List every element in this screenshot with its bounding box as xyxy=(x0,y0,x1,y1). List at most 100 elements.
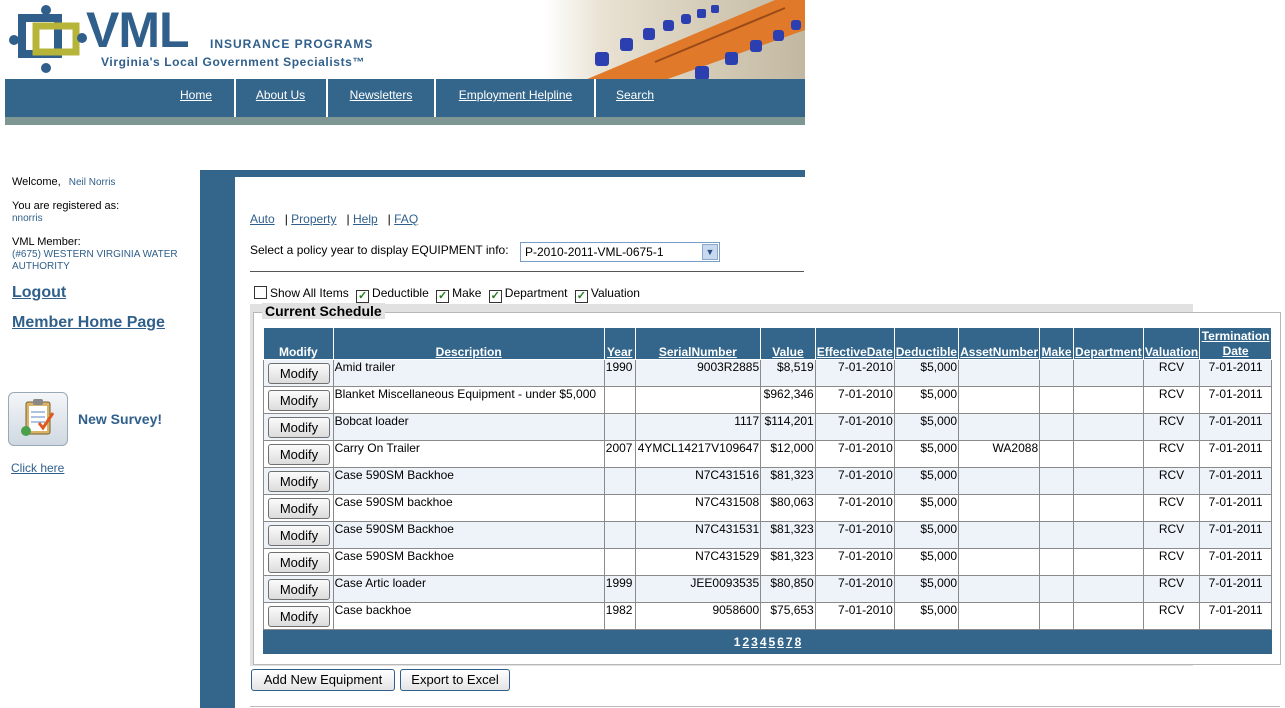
modify-cell: Modify xyxy=(263,548,334,576)
cell-termination: 7-01-2011 xyxy=(1199,494,1272,522)
cell-valuation: RCV xyxy=(1142,602,1201,630)
cell-asset xyxy=(958,413,1041,441)
table-row: Modify Case backhoe 1982 9058600 $75,653 7-01… xyxy=(263,602,1272,630)
cell-termination: 7-01-2011 xyxy=(1199,548,1272,576)
cell-value: $80,850 xyxy=(760,575,816,603)
page-link[interactable]: 6 xyxy=(777,635,784,649)
export-to-excel-button[interactable]: Export to Excel xyxy=(400,669,510,691)
cell-valuation: RCV xyxy=(1142,413,1201,441)
nav-search[interactable]: Search xyxy=(603,79,667,117)
page-link[interactable]: 4 xyxy=(760,635,767,649)
sub-nav-help[interactable]: Help xyxy=(353,212,378,226)
modify-button[interactable]: Modify xyxy=(268,498,330,519)
cell-department xyxy=(1072,413,1144,441)
welcome-text: Welcome, xyxy=(12,176,61,188)
cell-effective: 7-01-2010 xyxy=(814,413,895,441)
cell-value: $81,323 xyxy=(760,467,816,495)
cell-serial: JEE0093535 xyxy=(634,575,762,603)
cell-termination: 7-01-2011 xyxy=(1199,440,1272,468)
nav-about-us[interactable]: About Us xyxy=(243,79,318,117)
modify-cell: Modify xyxy=(263,467,334,495)
equipment-table: Modify Description Year SerialNumber Val… xyxy=(263,327,1272,630)
survey-clipboard-icon[interactable] xyxy=(8,392,68,446)
cell-valuation: RCV xyxy=(1142,521,1201,549)
col-header-effectivedate[interactable]: EffectiveDate xyxy=(814,327,895,360)
col-header-description[interactable]: Description xyxy=(332,327,605,360)
cell-serial: 1117 xyxy=(634,413,762,441)
member-name: (#675) WESTERN VIRGINIA WATER AUTHORITY xyxy=(12,249,178,272)
logout-link[interactable]: Logout xyxy=(12,284,66,302)
page-link[interactable]: 1 xyxy=(734,635,741,649)
cell-valuation: RCV xyxy=(1142,494,1201,522)
policy-year-value: P-2010-2011-VML-0675-1 xyxy=(525,245,664,259)
col-header-make[interactable]: Make xyxy=(1039,327,1074,360)
col-header-termination-date[interactable]: Termination Date xyxy=(1199,327,1272,360)
col-header-assetnumber[interactable]: AssetNumber xyxy=(958,327,1041,360)
sub-nav-property[interactable]: Property xyxy=(291,212,336,226)
modify-button[interactable]: Modify xyxy=(268,471,330,492)
cell-department xyxy=(1072,467,1144,495)
col-header-valuation[interactable]: Valuation xyxy=(1142,327,1201,360)
modify-button[interactable]: Modify xyxy=(268,444,330,465)
member-label: VML Member: xyxy=(12,236,81,248)
show-all-items-label: Show All Items xyxy=(270,286,349,300)
cell-department xyxy=(1072,602,1144,630)
add-new-equipment-button[interactable]: Add New Equipment xyxy=(251,669,395,691)
sub-nav-separator: | xyxy=(381,212,395,226)
cell-effective: 7-01-2010 xyxy=(814,548,895,576)
user-name: Neil Norris xyxy=(68,177,116,188)
col-header-year[interactable]: Year xyxy=(603,327,636,360)
cell-department xyxy=(1072,494,1144,522)
cell-effective: 7-01-2010 xyxy=(814,494,895,522)
cell-year xyxy=(603,494,636,522)
modify-button[interactable]: Modify xyxy=(268,525,330,546)
deductible-checkbox[interactable]: ✓ xyxy=(356,290,370,303)
nav-employment-helpline[interactable]: Employment Helpline xyxy=(443,79,588,117)
modify-button[interactable]: Modify xyxy=(268,552,330,573)
sub-nav-auto[interactable]: Auto xyxy=(250,212,275,226)
page-link[interactable]: 7 xyxy=(786,635,793,649)
survey-click-here-link[interactable]: Click here xyxy=(11,461,64,475)
nav-divider xyxy=(234,79,236,117)
page-link[interactable]: 2 xyxy=(742,635,749,649)
nav-home[interactable]: Home xyxy=(165,79,227,117)
modify-button[interactable]: Modify xyxy=(268,579,330,600)
valuation-checkbox[interactable]: ✓ xyxy=(574,290,588,303)
make-checkbox[interactable]: ✓ xyxy=(436,290,450,303)
cell-department xyxy=(1072,359,1144,387)
cell-value: $75,653 xyxy=(760,602,816,630)
page-link[interactable]: 3 xyxy=(751,635,758,649)
logo-text: VML xyxy=(86,2,190,58)
modify-button[interactable]: Modify xyxy=(268,363,330,384)
col-header-department[interactable]: Department xyxy=(1072,327,1144,360)
page-link[interactable]: 8 xyxy=(795,635,802,649)
cell-value: $81,323 xyxy=(760,548,816,576)
cell-description: Blanket Miscellaneous Equipment - under … xyxy=(332,386,605,414)
table-header-row: Modify Description Year SerialNumber Val… xyxy=(263,327,1272,360)
sub-nav-faq[interactable]: FAQ xyxy=(394,212,418,226)
cell-make xyxy=(1039,359,1074,387)
cell-year xyxy=(603,467,636,495)
page-link[interactable]: 5 xyxy=(769,635,776,649)
policy-year-select[interactable]: P-2010-2011-VML-0675-1 ▼ xyxy=(520,242,720,262)
cell-make xyxy=(1039,548,1074,576)
department-checkbox[interactable]: ✓ xyxy=(488,290,502,303)
modify-button[interactable]: Modify xyxy=(268,606,330,627)
chevron-down-icon[interactable]: ▼ xyxy=(702,244,718,260)
registered-label: You are registered as: xyxy=(12,200,120,212)
col-header-value[interactable]: Value xyxy=(760,327,816,360)
modify-button[interactable]: Modify xyxy=(268,390,330,411)
cell-asset xyxy=(958,548,1041,576)
show-all-items-checkbox[interactable] xyxy=(254,286,267,299)
col-header-serialnumber[interactable]: SerialNumber xyxy=(634,327,762,360)
cell-make xyxy=(1039,521,1074,549)
table-row: Modify Amid trailer 1990 9003R2885 $8,519 7-0… xyxy=(263,359,1272,387)
cell-serial: 4YMCL14217V109647 xyxy=(634,440,762,468)
nav-newsletters[interactable]: Newsletters xyxy=(335,79,427,117)
pager: 12345678 xyxy=(263,630,1272,654)
member-home-link[interactable]: Member Home Page xyxy=(12,314,165,332)
cell-value: $80,063 xyxy=(760,494,816,522)
col-header-deductible[interactable]: Deductible xyxy=(893,327,960,360)
cell-termination: 7-01-2011 xyxy=(1199,602,1272,630)
modify-button[interactable]: Modify xyxy=(268,417,330,438)
